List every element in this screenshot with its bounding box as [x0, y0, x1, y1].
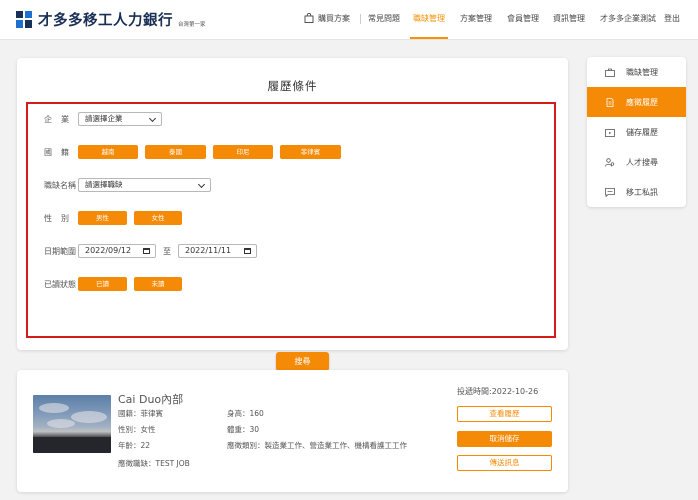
candidate-applied-job: 應徵職缺：TEST JOB — [118, 459, 190, 468]
job-title-label: 職缺名稱 — [44, 181, 76, 190]
candidate-weight: 體重：30 — [227, 425, 260, 434]
date-range-label: 日期範圍 — [44, 247, 76, 256]
gender-male-button[interactable]: 男性 — [78, 211, 127, 225]
read-button[interactable]: 已讀 — [78, 277, 127, 291]
search-button[interactable]: 搜尋 — [276, 352, 329, 371]
logout-link[interactable]: 登出 — [664, 13, 680, 24]
photo-cloud — [39, 403, 69, 413]
brand-name: 才多多移工人力銀行 — [38, 13, 173, 29]
brand-logo-icon — [16, 11, 32, 28]
nationality-thailand-button[interactable]: 泰國 — [145, 145, 206, 159]
end-date-value: 2022/11/11 — [185, 246, 232, 255]
photo-ground — [33, 437, 111, 453]
nav-job-management[interactable]: 職缺管理 — [413, 13, 445, 24]
posted-time: 投遞時間:2022-10-26 — [457, 387, 539, 396]
company-select-value: 請選擇企業 — [85, 114, 123, 123]
side-item-applied-resumes[interactable]: 應徵履歷 — [587, 87, 686, 117]
candidate-nationality: 國籍：菲律賓 — [118, 409, 163, 418]
side-item-saved-resumes[interactable]: 儲存履歷 — [587, 117, 686, 147]
calendar-icon[interactable] — [244, 248, 251, 254]
company-label: 企業 — [44, 115, 78, 124]
nationality-indonesia-button[interactable]: 印尼 — [213, 145, 273, 159]
unsave-button[interactable]: 取消儲存 — [457, 431, 552, 447]
user-name[interactable]: 才多多企業測試 — [600, 13, 656, 24]
start-date-value: 2022/09/12 — [85, 246, 132, 255]
start-date-input[interactable]: 2022/09/12 — [78, 244, 156, 258]
shopping-bag-icon — [304, 13, 314, 23]
chevron-down-icon — [197, 180, 206, 189]
side-item-label: 應徵履歷 — [626, 97, 658, 107]
chat-icon — [605, 187, 615, 197]
briefcase-icon — [605, 68, 615, 77]
side-item-talent-search[interactable]: 人才搜尋 — [587, 147, 686, 177]
panel-title: 履歷條件 — [267, 79, 318, 93]
job-select-value: 請選擇職缺 — [85, 180, 123, 189]
logo[interactable]: 才多多移工人力銀行 台灣第一家 — [16, 9, 206, 30]
nationality-philippines-button[interactable]: 菲律賓 — [280, 145, 341, 159]
side-item-worker-messages[interactable]: 移工私訊 — [587, 177, 686, 207]
end-date-input[interactable]: 2022/11/11 — [178, 244, 257, 258]
calendar-icon[interactable] — [143, 248, 150, 254]
nationality-label: 國籍 — [44, 148, 78, 157]
side-item-label: 移工私訊 — [626, 187, 658, 197]
nav-info-management[interactable]: 資訊管理 — [553, 13, 585, 24]
view-resume-button[interactable]: 查看履歷 — [457, 406, 552, 422]
side-item-job-management[interactable]: 職缺管理 — [587, 57, 686, 87]
candidate-name: Cai Duo內部 — [118, 393, 184, 406]
date-separator: 至 — [163, 247, 171, 256]
photo-cloud — [71, 411, 107, 423]
photo-cloud — [47, 419, 75, 428]
side-menu: 職缺管理 應徵履歷 儲存履歷 人才搜尋 移工私訊 — [587, 57, 686, 207]
document-icon — [606, 97, 614, 107]
people-search-icon — [605, 157, 615, 167]
highlight-box: 企業 請選擇企業 國籍 越南 泰國 印尼 菲律賓 職缺名稱 請選擇職缺 性別 男… — [26, 102, 556, 371]
side-item-label: 儲存履歷 — [626, 127, 658, 137]
nav-faq[interactable]: 常見問題 — [368, 13, 400, 24]
candidate-gender: 性別：女性 — [118, 425, 156, 434]
read-status-label: 已讀狀態 — [44, 280, 76, 289]
side-item-label: 職缺管理 — [626, 67, 658, 77]
gender-female-button[interactable]: 女性 — [134, 211, 182, 225]
company-select[interactable]: 請選擇企業 — [78, 112, 162, 126]
nav-divider — [360, 14, 361, 24]
side-item-label: 人才搜尋 — [626, 157, 658, 167]
brand-tagline: 台灣第一家 — [178, 21, 206, 28]
resume-criteria-panel: 履歷條件 企業 請選擇企業 國籍 越南 泰國 印尼 菲律賓 職缺名稱 請選擇職缺… — [17, 58, 568, 371]
candidate-age: 年齡：22 — [118, 441, 151, 450]
unread-button[interactable]: 未讀 — [134, 277, 182, 291]
nav-plan-management[interactable]: 方案管理 — [460, 13, 492, 24]
candidate-photo[interactable] — [33, 395, 111, 453]
active-nav-indicator — [410, 37, 448, 39]
nationality-vietnam-button[interactable]: 越南 — [78, 145, 138, 159]
top-navigation-bar: 才多多移工人力銀行 台灣第一家 購買方案 常見問題 職缺管理 方案管理 會員管理… — [0, 0, 698, 40]
chevron-down-icon — [148, 114, 157, 123]
candidate-job-types: 應徵類別：製造業工作、營造業工作、機構看護工工作 — [227, 441, 407, 450]
candidate-height: 身高：160 — [227, 409, 264, 418]
resume-result-card: Cai Duo內部 國籍：菲律賓 性別：女性 年齡：22 應徵職缺：TEST J… — [17, 370, 568, 492]
folder-icon — [605, 128, 615, 137]
buy-plan-link[interactable]: 購買方案 — [318, 13, 350, 24]
job-select[interactable]: 請選擇職缺 — [78, 178, 211, 192]
gender-label: 性別 — [44, 214, 78, 223]
nav-member-management[interactable]: 會員管理 — [507, 13, 539, 24]
send-message-button[interactable]: 傳送訊息 — [457, 455, 552, 471]
